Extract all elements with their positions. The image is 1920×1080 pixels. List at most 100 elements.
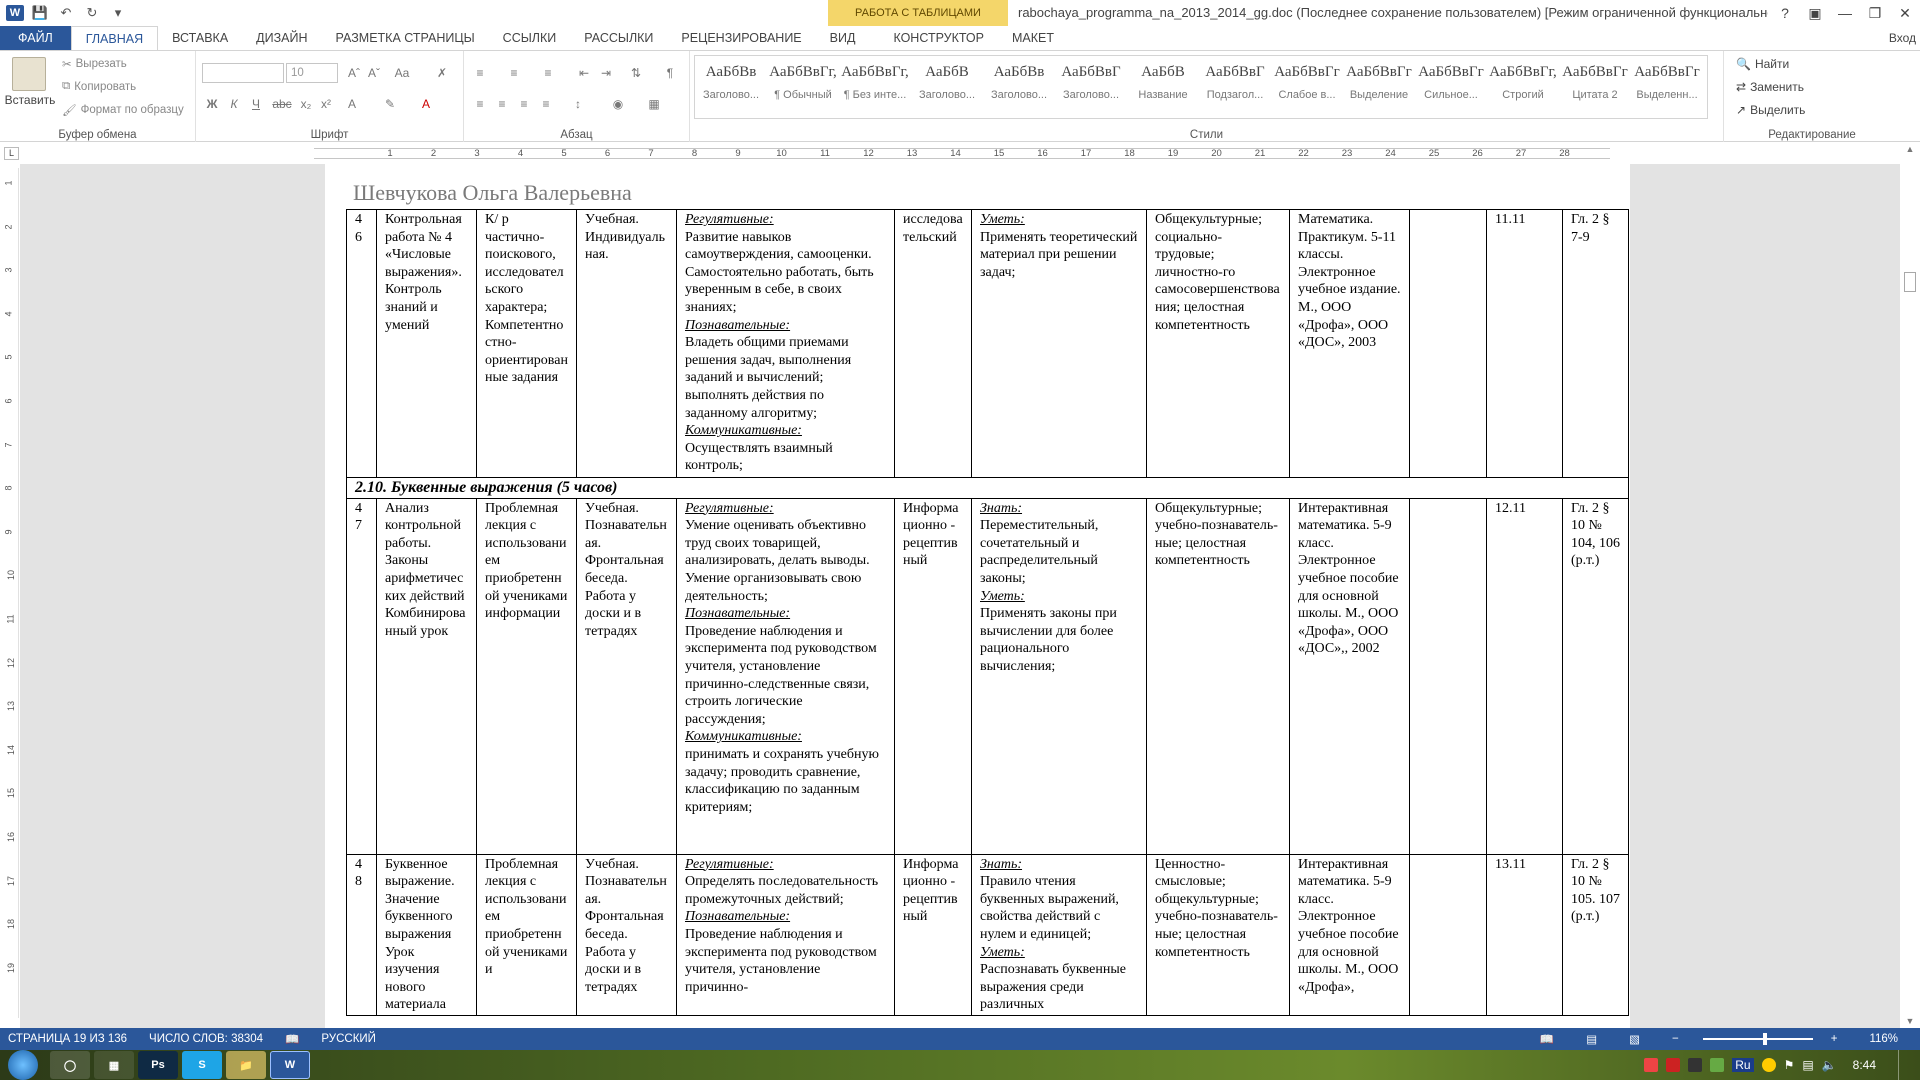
bold-icon[interactable]: Ж [202, 94, 222, 114]
lesson-date[interactable]: 11.11 [1486, 209, 1563, 478]
skype-taskbar-icon[interactable]: S [182, 1051, 222, 1079]
shrink-font-icon[interactable]: Aˇ [364, 63, 384, 83]
clear-format-icon[interactable]: ✗ [432, 63, 452, 83]
print-layout-icon[interactable]: ▤ [1586, 1032, 1597, 1046]
align-right-icon[interactable]: ≡ [514, 94, 534, 114]
font-name-field[interactable] [202, 63, 284, 83]
cut-button[interactable]: ✂ Вырезать [62, 57, 127, 71]
replace-button[interactable]: ⇄ Заменить [1736, 80, 1804, 94]
scroll-thumb[interactable] [1904, 272, 1916, 292]
vertical-scrollbar[interactable]: ▲ ▼ [1900, 142, 1920, 1034]
lesson-form[interactable]: Учебная. Познавательная. Фронтальная бес… [576, 853, 677, 1016]
customize-icon[interactable]: ▾ [108, 4, 128, 22]
tab-page-layout[interactable]: РАЗМЕТКА СТРАНИЦЫ [322, 26, 489, 50]
style-item[interactable]: АаБбВвГг Выделение [1343, 56, 1415, 118]
superscript-icon[interactable]: x² [316, 94, 336, 114]
multilevel-list-icon[interactable]: ≡ [538, 63, 558, 83]
word-count[interactable]: ЧИСЛО СЛОВ: 38304 [149, 1033, 263, 1045]
paste-icon[interactable] [12, 57, 46, 91]
align-center-icon[interactable]: ≡ [492, 94, 512, 114]
show-desktop-button[interactable] [1898, 1050, 1910, 1080]
style-item[interactable]: АаБбВвГг Слабое в... [1271, 56, 1343, 118]
tab-mailings[interactable]: РАССЫЛКИ [570, 26, 667, 50]
tab-view[interactable]: ВИД [816, 26, 870, 50]
zoom-slider[interactable] [1702, 1033, 1813, 1045]
empty-cell[interactable] [1409, 209, 1487, 478]
select-button[interactable]: ↗ Выделить [1736, 103, 1805, 117]
style-item[interactable]: АаБбВвГ Заголово... [1055, 56, 1127, 118]
align-left-icon[interactable]: ≡ [470, 94, 490, 114]
lesson-topic[interactable]: Буквенное выражение. Значение буквенного… [376, 853, 477, 1016]
tab-home[interactable]: ГЛАВНАЯ [70, 26, 159, 50]
document-area[interactable]: Шевчукова Ольга Валерьевна 4 6 Контрольна… [20, 164, 1900, 1034]
save-icon[interactable]: 💾 [30, 4, 50, 22]
highlight-icon[interactable]: ✎ [380, 94, 400, 114]
lesson-date[interactable]: 12.11 [1486, 497, 1563, 855]
empty-cell[interactable] [1409, 853, 1487, 1016]
page[interactable]: Шевчукова Ольга Валерьевна 4 6 Контрольна… [325, 164, 1630, 1034]
lesson-topic[interactable]: Анализ контрольной работы. Законы арифме… [376, 497, 477, 855]
restore-icon[interactable]: ❐ [1860, 0, 1890, 26]
lesson-number[interactable]: 4 8 [346, 853, 377, 1016]
grow-font-icon[interactable]: Aˆ [344, 63, 364, 83]
style-item[interactable]: АаБбВв Заголово... [983, 56, 1055, 118]
style-item[interactable]: АаБбВвГг, ¶ Без инте... [839, 56, 911, 118]
style-item[interactable]: АаБбВвГг Цитата 2 [1559, 56, 1631, 118]
knowledge-skills[interactable]: Знать: Переместительный, сочетательный и … [971, 497, 1147, 855]
style-item[interactable]: АаБбВвГг Выделенн... [1631, 56, 1703, 118]
line-spacing-icon[interactable]: ↕ [568, 94, 588, 114]
sort-icon[interactable]: ⇅ [626, 63, 646, 83]
subscript-icon[interactable]: x₂ [296, 94, 316, 114]
network-tray-icon[interactable] [1761, 1058, 1776, 1072]
resources[interactable]: Математика. Практикум. 5-11 классы. Элек… [1289, 209, 1410, 478]
style-item[interactable]: АаБбВвГ Подзагол... [1199, 56, 1271, 118]
copy-button[interactable]: ⧉ Копировать [62, 80, 136, 93]
homework[interactable]: Гл. 2 § 10 № 105. 107 (р.т.) [1562, 853, 1629, 1016]
format-painter-button[interactable]: 🖌 Формат по образцу [62, 103, 184, 117]
proofing-icon[interactable]: 📖 [285, 1032, 299, 1046]
web-layout-icon[interactable]: ▧ [1629, 1032, 1640, 1046]
tab-references[interactable]: ССЫЛКИ [489, 26, 571, 50]
learning-actions[interactable]: Регулятивные: Развитие навыков самоутверж… [676, 209, 895, 478]
language-indicator[interactable]: РУССКИЙ [321, 1033, 376, 1045]
competences[interactable]: Общекультурные; социально-трудовые; личн… [1146, 209, 1290, 478]
tab-table-layout[interactable]: МАКЕТ [998, 26, 1068, 50]
strikethrough-icon[interactable]: abc [272, 94, 292, 114]
learning-actions[interactable]: Регулятивные: Определять последовательнос… [676, 853, 895, 1016]
italic-icon[interactable]: К [224, 94, 244, 114]
font-color-icon[interactable]: A [416, 94, 436, 114]
sign-in-link[interactable]: Вход [1889, 26, 1916, 50]
change-case-icon[interactable]: Aa [392, 63, 412, 83]
display-tray-icon[interactable]: ▤ [1802, 1058, 1813, 1072]
empty-cell[interactable] [1409, 497, 1487, 855]
style-item[interactable]: АаБбВвГг, ¶ Обычный [767, 56, 839, 118]
resources[interactable]: Интерактивная математика. 5-9 класс. Эле… [1289, 853, 1410, 1016]
lesson-type[interactable]: К/ р частично-поискового, исследовательс… [476, 209, 577, 478]
shading-icon[interactable]: ◉ [608, 94, 628, 114]
word-taskbar-icon[interactable]: W [270, 1051, 310, 1079]
resources[interactable]: Интерактивная математика. 5-9 класс. Эле… [1289, 497, 1410, 855]
tab-file[interactable]: ФАЙЛ [0, 26, 71, 50]
style-item[interactable]: АаБбВ Заголово... [911, 56, 983, 118]
chrome-tray-icon[interactable] [1644, 1058, 1659, 1072]
close-icon[interactable]: ✕ [1890, 0, 1920, 26]
vertical-ruler[interactable]: 1 2 3 4 5 6 7 8 9 10 11 12 13 14 15 16 17 18 19 [4, 168, 19, 1018]
style-item[interactable]: АаБбВ Название [1127, 56, 1199, 118]
numbering-icon[interactable]: ≡ [504, 63, 524, 83]
competences[interactable]: Ценностно-смысловые; общекультурные; уче… [1146, 853, 1290, 1016]
lesson-form[interactable]: Учебная. Индивидуальная. [576, 209, 677, 478]
section-title[interactable]: 2.10. Буквенные выражения (5 часов) [346, 477, 1629, 499]
help-icon[interactable]: ? [1770, 0, 1800, 26]
style-item[interactable]: АаБбВвГг Сильное... [1415, 56, 1487, 118]
ribbon-display-icon[interactable]: ▣ [1800, 0, 1830, 26]
zoom-in-icon[interactable]: + [1831, 1033, 1838, 1045]
zoom-slider-knob[interactable] [1762, 1033, 1767, 1045]
lesson-number[interactable]: 4 7 [346, 497, 377, 855]
explorer-taskbar-icon[interactable]: 📁 [226, 1051, 266, 1079]
lesson-table[interactable]: 4 6 Контрольная работа № 4 «Числовые выра… [346, 209, 1629, 1016]
competences[interactable]: Общекультурные; учебно-познаватель-ные; … [1146, 497, 1290, 855]
lesson-number[interactable]: 4 6 [346, 209, 377, 478]
read-mode-icon[interactable]: 📖 [1540, 1032, 1554, 1046]
lesson-date[interactable]: 13.11 [1486, 853, 1563, 1016]
activity-type[interactable]: исследовательский [894, 209, 972, 478]
